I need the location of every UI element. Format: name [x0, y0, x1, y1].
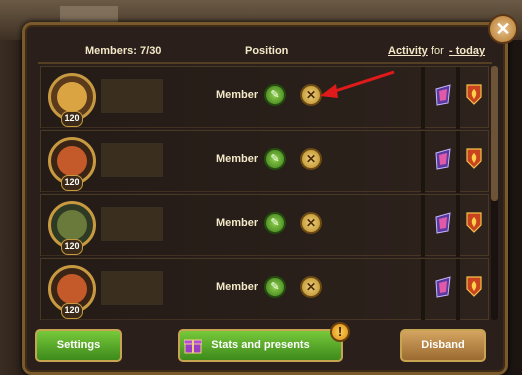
- member-role: Member: [216, 89, 259, 101]
- stats-and-presents-button[interactable]: Stats and presents: [178, 329, 343, 362]
- column-separator: [421, 195, 425, 257]
- column-separator: [421, 67, 425, 129]
- level-badge: 120: [61, 175, 83, 191]
- gift-icon: [184, 339, 202, 354]
- close-button[interactable]: ✕: [488, 14, 518, 44]
- member-row[interactable]: 120 Member ✎ ✕: [40, 258, 490, 320]
- hero-portrait: [57, 82, 87, 112]
- position-header: Position: [245, 45, 289, 57]
- column-separator: [456, 259, 460, 320]
- activity-gem-icon[interactable]: [433, 211, 453, 235]
- column-separator: [421, 259, 425, 320]
- notification-badge: !: [330, 322, 350, 342]
- pencil-icon: ✎: [270, 89, 280, 101]
- member-role: Member: [216, 217, 259, 229]
- column-separator: [456, 67, 460, 129]
- hero-portrait: [57, 274, 87, 304]
- settings-button[interactable]: Settings: [35, 329, 122, 362]
- member-row[interactable]: 120 Member ✎ ✕: [40, 66, 490, 129]
- x-icon: ✕: [305, 216, 317, 230]
- member-row[interactable]: 120 Member ✎ ✕: [40, 194, 490, 257]
- member-role: Member: [216, 153, 259, 165]
- kick-member-button[interactable]: ✕: [300, 212, 322, 234]
- fire-badge-icon[interactable]: [465, 211, 483, 233]
- member-name-blurred: [101, 79, 163, 113]
- x-icon: ✕: [305, 280, 317, 294]
- pencil-icon: ✎: [270, 153, 280, 165]
- column-separator: [421, 131, 425, 193]
- kick-member-button[interactable]: ✕: [300, 148, 322, 170]
- activity-for-label: for: [431, 45, 444, 57]
- level-badge: 120: [61, 303, 83, 319]
- fire-badge-icon[interactable]: [465, 83, 483, 105]
- edit-role-button[interactable]: ✎: [264, 212, 286, 234]
- background-blurred-element: [60, 6, 118, 22]
- hero-portrait: [57, 210, 87, 240]
- member-row[interactable]: 120 Member ✎ ✕: [40, 130, 490, 193]
- edit-role-button[interactable]: ✎: [264, 148, 286, 170]
- activity-gem-icon[interactable]: [433, 83, 453, 107]
- disband-button[interactable]: Disband: [400, 329, 486, 362]
- scrollbar-thumb[interactable]: [491, 66, 498, 201]
- stats-and-presents-label: Stats and presents: [211, 339, 310, 351]
- fire-badge-icon[interactable]: [465, 147, 483, 169]
- level-badge: 120: [61, 239, 83, 255]
- close-icon: ✕: [495, 19, 511, 39]
- member-name-blurred: [101, 207, 163, 241]
- member-role: Member: [216, 281, 259, 293]
- activity-gem-icon[interactable]: [433, 275, 453, 299]
- member-name-blurred: [101, 271, 163, 305]
- pencil-icon: ✎: [270, 281, 280, 293]
- fire-badge-icon[interactable]: [465, 275, 483, 297]
- x-icon: ✕: [305, 152, 317, 166]
- edit-role-button[interactable]: ✎: [264, 276, 286, 298]
- kick-member-button[interactable]: ✕: [300, 276, 322, 298]
- activity-header-link[interactable]: Activity: [388, 45, 428, 59]
- column-separator: [456, 195, 460, 257]
- pencil-icon: ✎: [270, 217, 280, 229]
- hero-portrait: [57, 146, 87, 176]
- column-separator: [456, 131, 460, 193]
- activity-gem-icon[interactable]: [433, 147, 453, 171]
- activity-period-link[interactable]: - today: [449, 45, 485, 59]
- member-name-blurred: [101, 143, 163, 177]
- members-list[interactable]: 120 Member ✎ ✕ 120 Member ✎ ✕ 120 Member…: [40, 64, 490, 320]
- red-arrow-annotation: [320, 70, 395, 98]
- level-badge: 120: [61, 111, 83, 127]
- members-count-header: Members: 7/30: [85, 45, 162, 57]
- members-scrollbar[interactable]: [491, 66, 498, 320]
- edit-role-button[interactable]: ✎: [264, 84, 286, 106]
